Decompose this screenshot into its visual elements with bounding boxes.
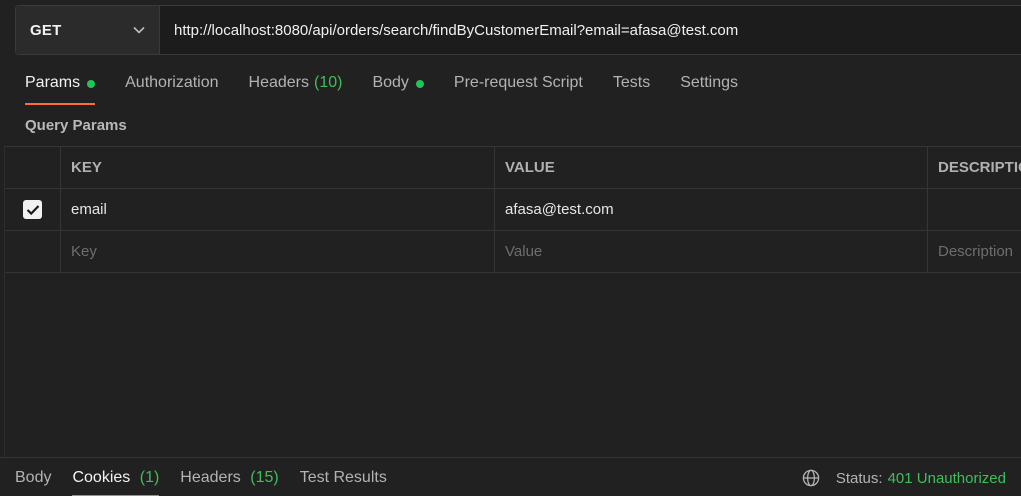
response-tab-cookies[interactable]: Cookies (1) <box>72 458 159 496</box>
tab-label: Test Results <box>299 469 387 486</box>
tab-label: Tests <box>612 74 651 91</box>
table-header-row: KEY VALUE DESCRIPTIO <box>5 147 1021 189</box>
response-tab-body[interactable]: Body <box>15 458 51 496</box>
method-dropdown[interactable]: GET <box>16 6 160 54</box>
response-bar: Body Cookies (1) Headers (15) Test Resul… <box>0 457 1021 496</box>
tab-headers[interactable]: Headers (10) <box>249 74 343 105</box>
tab-count: (1) <box>139 469 160 486</box>
check-icon <box>26 204 39 215</box>
query-params-title: Query Params <box>25 117 127 134</box>
new-description-input[interactable]: Description <box>928 231 1021 272</box>
param-description-field[interactable] <box>928 189 1021 230</box>
empty-checkbox-cell <box>5 231 61 272</box>
response-tab-headers[interactable]: Headers (15) <box>180 458 278 496</box>
new-key-input[interactable]: Key <box>61 231 495 272</box>
chevron-down-icon <box>133 24 145 36</box>
param-value-field[interactable]: afasa@test.com <box>495 189 928 230</box>
tab-label: Headers <box>180 469 241 486</box>
column-header-description: DESCRIPTIO <box>938 159 1021 176</box>
tab-pre-request-script[interactable]: Pre-request Script <box>454 74 583 105</box>
tab-settings[interactable]: Settings <box>680 74 738 105</box>
response-tab-test-results[interactable]: Test Results <box>300 458 387 496</box>
header-checkbox-cell <box>5 147 61 188</box>
tab-label: Pre-request Script <box>453 74 583 91</box>
column-header-key: KEY <box>61 147 495 188</box>
method-label: GET <box>30 21 62 39</box>
postman-request-panel: GET http://localhost:8080/api/orders/sea… <box>0 0 1021 496</box>
tab-label: Cookies <box>72 469 131 486</box>
indicator-dot <box>87 80 96 88</box>
indicator-dot <box>415 80 424 88</box>
tab-label: Settings <box>680 74 739 91</box>
param-enabled-checkbox[interactable] <box>23 200 42 219</box>
tab-label: Headers <box>248 74 309 91</box>
param-key-field[interactable]: email <box>61 189 495 230</box>
checkbox-cell <box>5 189 61 230</box>
tab-count: (15) <box>250 469 279 486</box>
tab-label: Body <box>15 469 52 486</box>
column-header-value: VALUE <box>495 147 928 188</box>
globe-icon[interactable] <box>802 469 820 487</box>
tab-params[interactable]: Params <box>25 74 96 105</box>
status-value[interactable]: 401 Unauthorized <box>888 470 1006 487</box>
response-tabs: Body Cookies (1) Headers (15) Test Resul… <box>15 458 408 496</box>
params-table: KEY VALUE DESCRIPTIO email afasa@test.co… <box>5 146 1021 273</box>
new-value-input[interactable]: Value <box>495 231 928 272</box>
tab-label: Params <box>25 74 81 91</box>
request-bar: GET http://localhost:8080/api/orders/sea… <box>15 5 1021 55</box>
tab-authorization[interactable]: Authorization <box>125 74 218 105</box>
response-status: Status: 401 Unauthorized <box>802 469 1006 487</box>
table-row: email afasa@test.com <box>5 189 1021 231</box>
tab-label: Authorization <box>125 74 219 91</box>
request-tabs: Params Authorization Headers (10) Body P… <box>25 74 768 106</box>
tab-count: (10) <box>314 74 343 91</box>
table-row-new: Key Value Description <box>5 231 1021 273</box>
tab-body[interactable]: Body <box>372 74 424 105</box>
tab-label: Body <box>372 74 409 91</box>
status-label: Status: <box>835 469 883 487</box>
url-input[interactable]: http://localhost:8080/api/orders/search/… <box>160 6 1021 54</box>
tab-tests[interactable]: Tests <box>613 74 650 105</box>
